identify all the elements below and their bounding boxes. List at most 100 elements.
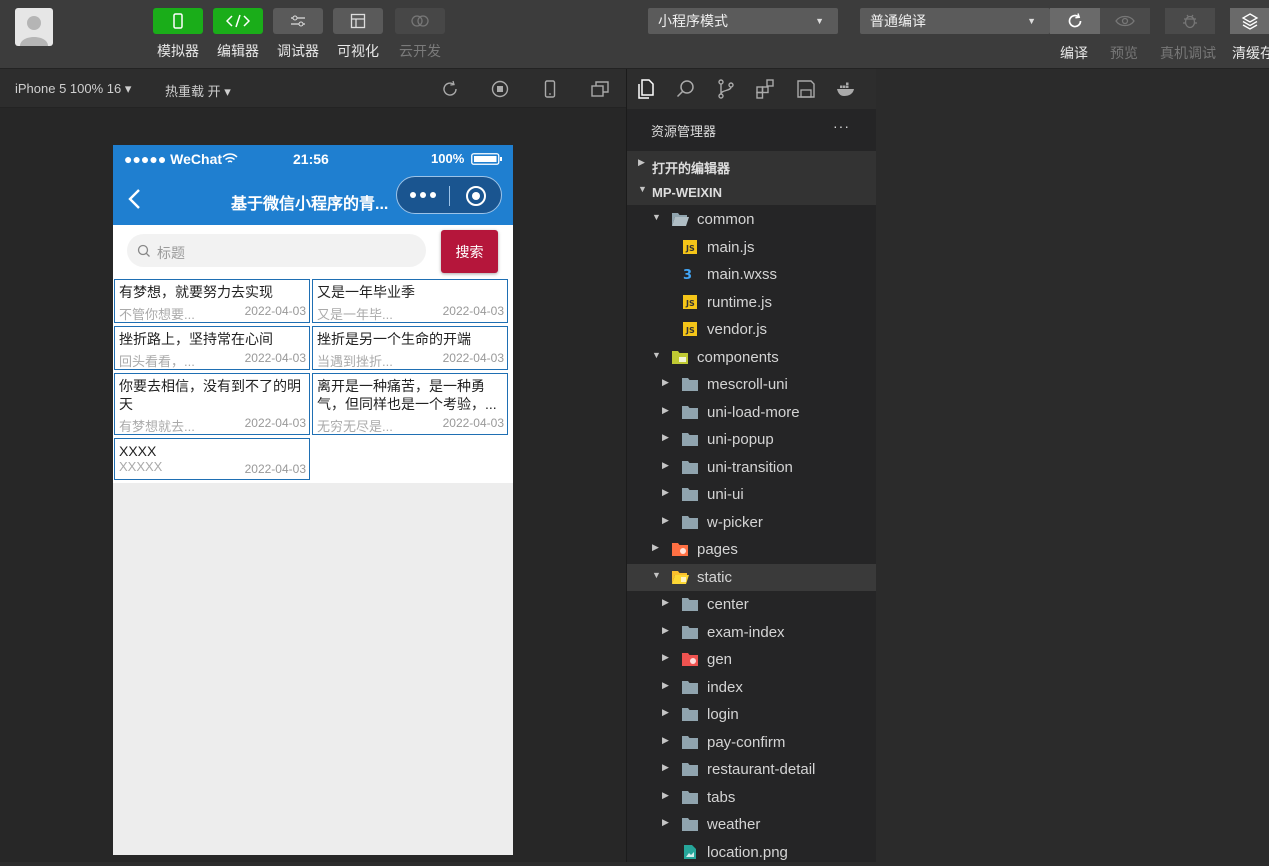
compile-select[interactable]: 普通编译 ▼: [860, 8, 1050, 34]
remote-debug-button[interactable]: [1165, 8, 1215, 34]
card-summary: 无穷无尽是...: [317, 419, 393, 434]
close-target-icon[interactable]: [465, 185, 487, 207]
folder-icon: [681, 459, 699, 475]
phone-status-bar: ●●●●● WeChat 21:56 100%: [113, 145, 513, 173]
tree-folder-row[interactable]: ▶ uni-ui: [627, 481, 876, 508]
article-card[interactable]: 挫折是另一个生命的开端 当遇到挫折... 2022-04-03: [312, 326, 508, 370]
tree-folder-row[interactable]: ▶ exam-index: [627, 619, 876, 646]
stop-icon[interactable]: [490, 79, 510, 99]
chevron-right-icon: ▶: [662, 762, 669, 772]
files-icon[interactable]: [635, 78, 657, 100]
article-card[interactable]: 有梦想，就要努力去实现 不管你想要... 2022-04-03: [114, 279, 310, 323]
tree-folder-row[interactable]: ▶ restaurant-detail: [627, 756, 876, 783]
user-silhouette-icon: [20, 16, 48, 46]
search-input[interactable]: 标题: [127, 234, 426, 267]
tree-folder-row[interactable]: ▶ gen: [627, 646, 876, 673]
card-date: 2022-04-03: [442, 416, 504, 430]
save-icon[interactable]: [795, 78, 817, 100]
tree-folder-row[interactable]: ▶ mescroll-uni: [627, 371, 876, 398]
code-icon: [213, 8, 263, 34]
folder-icon: [681, 486, 699, 502]
css-file-icon: 3: [681, 266, 699, 283]
tree-folder-row[interactable]: ▶ center: [627, 591, 876, 618]
tree-file-row[interactable]: JS main.js: [627, 234, 876, 261]
tree-item-label: login: [707, 706, 739, 723]
tree-folder-row[interactable]: ▶ index: [627, 674, 876, 701]
article-card[interactable]: 离开是一种痛苦，是一种勇气，但同样也是一个考验，... 无穷无尽是... 202…: [312, 373, 508, 435]
rotate-icon[interactable]: [440, 79, 460, 99]
chevron-down-icon: ▼: [652, 569, 661, 580]
compile-button[interactable]: [1050, 8, 1100, 34]
card-date: 2022-04-03: [244, 304, 306, 318]
tree-folder-row[interactable]: ▶ uni-load-more: [627, 399, 876, 426]
tree-file-row[interactable]: 3 main.wxss: [627, 261, 876, 288]
chevron-right-icon: ▶: [662, 459, 669, 470]
tree-file-row[interactable]: location.png: [627, 839, 876, 866]
chevron-right-icon: ▶: [662, 624, 669, 635]
tree-item-label: uni-transition: [707, 458, 793, 476]
device-select[interactable]: iPhone 5 100% 16 ▾: [15, 81, 131, 97]
detach-window-icon[interactable]: [590, 79, 610, 99]
back-arrow-icon[interactable]: [123, 187, 147, 211]
tree-file-row[interactable]: JS runtime.js: [627, 289, 876, 316]
tree-folder-row[interactable]: ▼ static: [627, 563, 876, 591]
extensions-icon[interactable]: [755, 78, 777, 100]
tree-folder-row[interactable]: ▶ tabs: [627, 784, 876, 811]
docker-icon[interactable]: [835, 78, 857, 100]
user-avatar[interactable]: [15, 8, 53, 46]
simulator-tool[interactable]: 模拟器: [153, 8, 203, 61]
tree-file-row[interactable]: JS vendor.js: [627, 316, 876, 343]
article-card[interactable]: 你要去相信，没有到不了的明天 有梦想就去... 2022-04-03: [114, 373, 310, 435]
visual-tool[interactable]: 可视化: [333, 8, 383, 61]
tree-folder-row[interactable]: ▶ uni-popup: [627, 426, 876, 453]
tree-folder-row[interactable]: ▶ pages: [627, 536, 876, 563]
article-card[interactable]: 又是一年毕业季 又是一年毕... 2022-04-03: [312, 279, 508, 323]
search-icon[interactable]: [675, 78, 697, 100]
folder-icon: [681, 514, 699, 530]
preview-button[interactable]: [1100, 8, 1150, 34]
svg-text:JS: JS: [685, 244, 695, 253]
clear-cache-button[interactable]: [1230, 8, 1269, 34]
layers-icon: [1241, 13, 1258, 30]
article-card[interactable]: 挫折路上，坚持常在心间 回头看看，... 2022-04-03: [114, 326, 310, 370]
tree-folder-row[interactable]: ▼ common: [627, 206, 876, 233]
debugger-tool[interactable]: 调试器: [273, 8, 323, 61]
more-dots-icon[interactable]: [409, 191, 437, 199]
explorer-title: 资源管理器: [651, 124, 717, 139]
explorer-more-button[interactable]: ···: [833, 118, 850, 134]
folder-icon: [681, 431, 699, 447]
svg-text:JS: JS: [685, 299, 695, 308]
layout-icon: [333, 8, 383, 34]
tree-folder-row[interactable]: ▶ weather: [627, 811, 876, 838]
phone-outline-icon[interactable]: [540, 79, 560, 99]
explorer-activity-bar: [627, 69, 876, 109]
card-title: 挫折路上，坚持常在心间: [119, 331, 273, 347]
mode-select-value: 小程序模式: [658, 13, 728, 29]
tree-folder-row[interactable]: ▶ uni-transition: [627, 454, 876, 481]
tree-folder-row[interactable]: ▶ pay-confirm: [627, 729, 876, 756]
editor-label: 编辑器: [217, 43, 259, 59]
card-title: 你要去相信，没有到不了的明天: [119, 378, 301, 412]
capsule-divider: [449, 186, 450, 206]
mode-select[interactable]: 小程序模式 ▼: [648, 8, 838, 34]
editor-tool[interactable]: 编辑器: [213, 8, 263, 61]
source-control-icon[interactable]: [715, 78, 737, 100]
cloud-tool[interactable]: 云开发: [395, 8, 445, 61]
section-open-editors[interactable]: ▶ 打开的编辑器: [627, 151, 876, 178]
chevron-right-icon: ▶: [638, 157, 645, 167]
refresh-icon: [1068, 13, 1082, 28]
tree-item-label: pages: [697, 541, 738, 558]
mini-program-capsule: [396, 176, 502, 214]
tree-folder-row[interactable]: ▶ w-picker: [627, 509, 876, 536]
article-card[interactable]: XXXX XXXXX 2022-04-03: [114, 438, 310, 480]
hot-reload-toggle[interactable]: 热重载 开 ▾: [165, 81, 231, 100]
card-summary: XXXXX: [119, 459, 163, 474]
chevron-right-icon: ▶: [662, 432, 669, 442]
section-project-root[interactable]: ▼ MP-WEIXIN: [627, 178, 876, 205]
tree-folder-row[interactable]: ▶ login: [627, 701, 876, 728]
search-button[interactable]: 搜索: [441, 230, 498, 273]
preview-label: 预览: [1110, 45, 1138, 61]
tree-folder-row[interactable]: ▼ components: [627, 344, 876, 371]
signal-carrier: ●●●●● WeChat: [124, 151, 223, 167]
components-folder-icon: [671, 349, 689, 365]
